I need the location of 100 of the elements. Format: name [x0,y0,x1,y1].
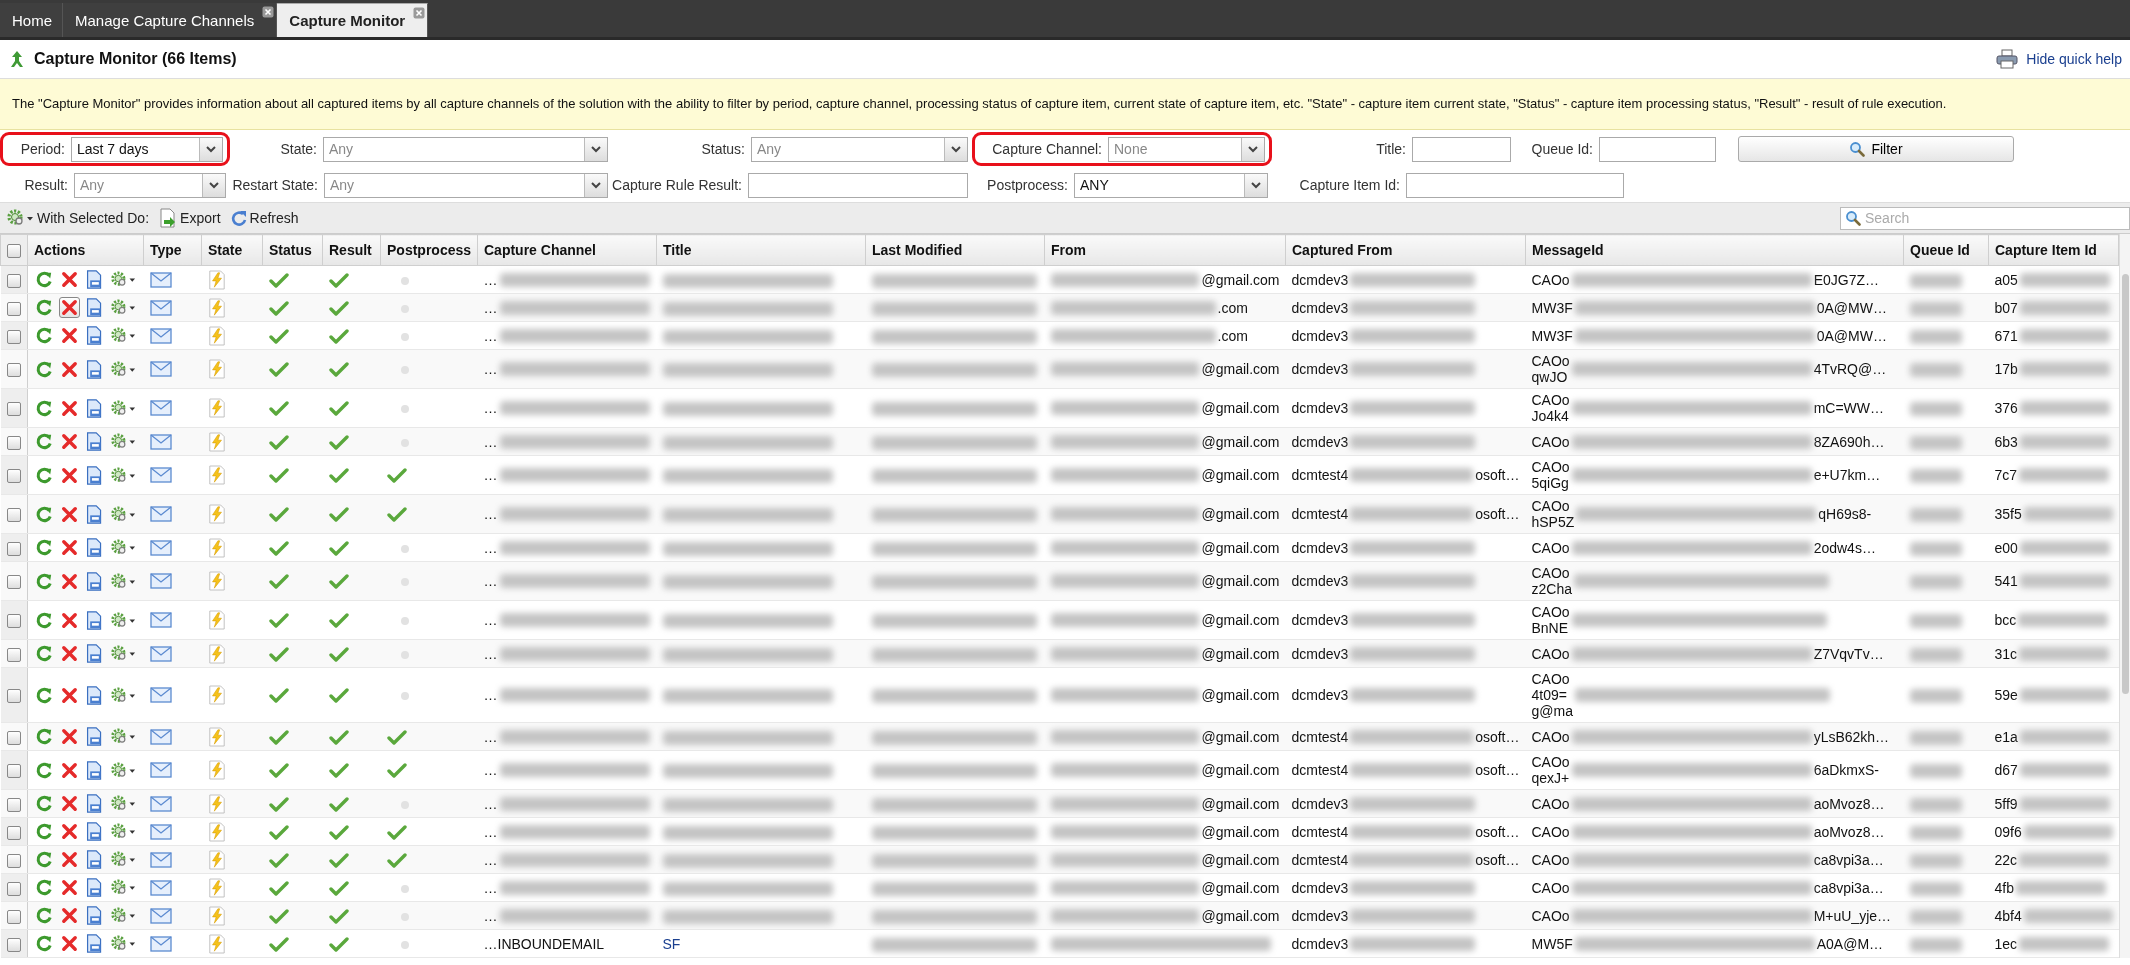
delete-button[interactable] [59,821,80,842]
checkbox[interactable] [6,937,21,952]
checkbox[interactable] [6,614,21,629]
dropdown[interactable]: None [1108,136,1265,162]
checkbox[interactable] [6,469,21,484]
delete-button[interactable] [59,849,80,870]
delete-button[interactable] [59,793,80,814]
blurred-text [1909,363,1962,378]
checkbox[interactable] [6,301,21,316]
input-field[interactable] [1406,172,1624,198]
checkbox[interactable] [6,797,21,812]
tab[interactable]: Capture Monitor [277,3,429,37]
input-field[interactable] [1412,136,1511,162]
checkbox[interactable] [6,730,21,745]
checkbox[interactable] [6,329,21,344]
checkbox[interactable] [6,825,21,840]
checkbox[interactable] [6,273,21,288]
column-header[interactable]: Captured From [1285,234,1526,266]
input-field[interactable] [748,172,968,198]
column-header[interactable]: Queue Id [1903,234,1989,266]
column-header[interactable]: Type [143,234,202,266]
table-cell: @gmail.com [1201,573,1280,589]
column-header[interactable]: MessageId [1525,234,1904,266]
input-field[interactable] [1599,136,1716,162]
dropdown[interactable]: Any [74,172,226,198]
column-header[interactable]: Postprocess [380,234,478,266]
tab[interactable]: Home [0,3,63,37]
title-link[interactable]: SF [662,935,681,952]
table-cell: mC=WW… [1813,400,1884,416]
table-cell: CAOo [1531,433,1570,450]
envelope-icon [149,645,172,662]
column-header[interactable]: Result [322,234,381,266]
delete-button[interactable] [59,877,80,898]
column-header[interactable]: Title [656,234,866,266]
checkbox[interactable] [6,909,21,924]
dot-icon [400,692,409,700]
table-cell: dcmdev3 [1291,907,1349,924]
delete-button[interactable] [59,325,80,346]
checkbox[interactable] [6,541,21,556]
checkbox[interactable] [6,363,21,378]
refresh-button[interactable]: Refresh [230,209,299,227]
bulk-actions-menu[interactable]: With Selected Do: [6,208,150,228]
checkbox[interactable] [6,575,21,590]
column-header[interactable]: Capture Item Id [1988,234,2119,266]
checkbox[interactable] [6,647,21,662]
checkbox[interactable] [6,508,21,523]
dot-icon [400,544,409,553]
export-button[interactable]: Export [159,208,221,228]
column-header[interactable]: From [1044,234,1286,266]
checkbox[interactable] [6,435,21,450]
column-header[interactable]: State [201,234,263,266]
checkbox[interactable] [6,764,21,779]
delete-button[interactable] [59,269,80,290]
table-cell: e1a [1994,728,2018,745]
checkbox[interactable] [6,881,21,896]
table-cell: 09f6 [1994,823,2022,840]
search-input[interactable]: Search [1865,208,2105,228]
check-icon [328,467,349,483]
delete-button[interactable] [59,643,80,664]
close-icon[interactable] [262,6,275,18]
table-cell: CAOo [1531,879,1570,896]
column-header[interactable]: Status [262,234,323,266]
column-header[interactable]: Last Modified [865,234,1045,266]
dropdown[interactable]: ANY [1074,172,1268,198]
scrollbar[interactable] [2119,234,2130,958]
blurred-text [1909,435,1962,450]
dot-icon [400,276,409,285]
column-header[interactable]: Capture Channel [477,234,657,266]
table-cell: 6b3 [1994,433,2018,450]
field-label: Capture Item Id: [1299,177,1400,193]
hide-help-link[interactable]: Hide quick help [2026,51,2122,67]
dropdown[interactable]: Any [324,172,608,198]
delete-button[interactable] [59,537,80,558]
filter-button[interactable]: Filter [1738,136,2014,162]
printer-icon[interactable] [1996,49,2019,69]
table-cell: aoMvoz8… [1813,823,1885,840]
delete-button[interactable] [59,431,80,452]
delete-button[interactable] [59,726,80,747]
checkbox[interactable] [6,689,21,704]
caret-icon [1251,181,1261,189]
blurred-text [1909,881,1962,896]
checkbox[interactable] [6,402,21,417]
table-cell: … [483,361,498,377]
select-all-checkbox[interactable] [7,244,21,259]
delete-button[interactable] [59,905,80,926]
check-icon [268,935,289,952]
check-icon [386,467,407,483]
dropdown[interactable]: Any [751,136,968,162]
delete-button[interactable] [59,933,80,954]
dropdown[interactable]: Any [323,136,608,162]
delete-button[interactable] [59,297,80,318]
envelope-icon [149,433,172,450]
search-field[interactable]: Search [1840,206,2130,230]
table-cell: MW3F [1531,327,1573,344]
tab[interactable]: Manage Capture Channels [63,3,278,37]
table-cell: dcmdev3 [1291,573,1349,589]
checkbox[interactable] [6,853,21,868]
dropdown[interactable]: Last 7 days [71,136,223,162]
column-header[interactable]: Actions [27,234,144,266]
table-cell: 4fb [1994,879,2014,896]
